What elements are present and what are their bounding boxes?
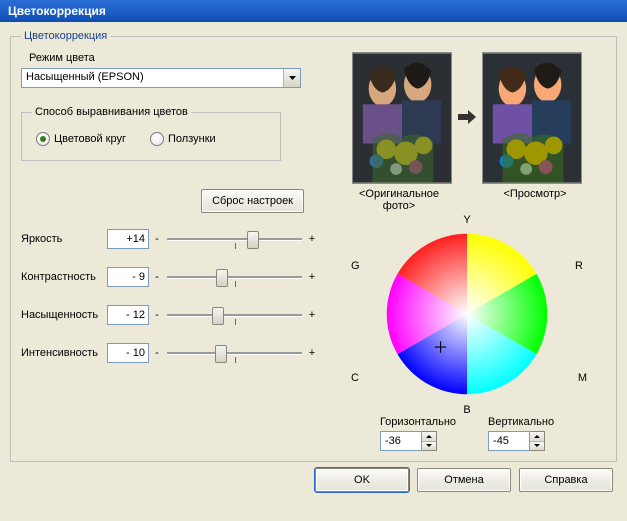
color-correction-group: Цветокоррекция Режим цвета Насыщенный (E… (10, 30, 617, 462)
intensity-row: Интенсивность - 10 - + (21, 343, 316, 363)
wheel-label-r: R (575, 260, 583, 272)
wheel-label-c: C (351, 372, 359, 384)
combo-dropdown-button[interactable] (283, 69, 300, 87)
brightness-value[interactable]: +14 (107, 229, 149, 249)
original-preview-image (352, 52, 452, 184)
spin-buttons (530, 431, 545, 451)
contrast-label: Контрастность (21, 271, 103, 283)
group-legend: Цветокоррекция (21, 30, 110, 42)
color-wheel[interactable] (382, 229, 552, 399)
alignment-method-group: Способ выравнивания цветов Цветовой круг… (21, 106, 281, 161)
vertical-spin[interactable]: -45 (488, 431, 554, 451)
wheel-label-m: M (578, 372, 587, 384)
minus-icon: - (153, 271, 161, 283)
radio-color-wheel-label: Цветовой круг (54, 133, 126, 145)
brightness-row: Яркость +14 - + (21, 229, 316, 249)
original-caption: <Оригинальное фото> (344, 188, 454, 212)
spin-up-button[interactable] (422, 432, 436, 441)
reset-button-label: Сброс настроек (212, 195, 293, 207)
slider-thumb[interactable] (247, 231, 259, 249)
alignment-legend: Способ выравнивания цветов (32, 106, 191, 118)
radio-sliders[interactable]: Ползунки (150, 132, 216, 146)
saturation-value[interactable]: - 12 (107, 305, 149, 325)
saturation-row: Насыщенность - 12 - + (21, 305, 316, 325)
chevron-down-icon (289, 76, 296, 80)
horizontal-block: Горизонтально -36 (380, 416, 456, 451)
spin-down-button[interactable] (422, 441, 436, 451)
reset-row: Сброс настроек (21, 189, 316, 213)
contrast-slider[interactable] (167, 267, 302, 287)
wheel-label-y: Y (463, 214, 470, 226)
radio-icon (36, 132, 50, 146)
vertical-block: Вертикально -45 (488, 416, 554, 451)
horizontal-spin[interactable]: -36 (380, 431, 456, 451)
hv-row: Горизонтально -36 Вертикально (380, 416, 554, 451)
plus-icon: + (308, 233, 316, 245)
alignment-radio-row: Цветовой круг Ползунки (32, 128, 270, 150)
help-button[interactable]: Справка (519, 468, 613, 492)
spin-buttons (422, 431, 437, 451)
vertical-label: Вертикально (488, 416, 554, 428)
color-mode-label: Режим цвета (29, 52, 316, 64)
color-wheel-area: Y G R C M B (337, 214, 597, 414)
brightness-slider[interactable] (167, 229, 302, 249)
horizontal-value[interactable]: -36 (380, 431, 422, 451)
spin-down-button[interactable] (530, 441, 544, 451)
intensity-label: Интенсивность (21, 347, 103, 359)
contrast-row: Контрастность - 9 - + (21, 267, 316, 287)
button-bar: OK Отмена Справка (10, 462, 617, 492)
saturation-label: Насыщенность (21, 309, 103, 321)
horizontal-label: Горизонтально (380, 416, 456, 428)
slider-thumb[interactable] (215, 345, 227, 363)
cancel-button[interactable]: Отмена (417, 468, 511, 492)
radio-color-wheel[interactable]: Цветовой круг (36, 132, 126, 146)
sliders-panel: Яркость +14 - + Контрастность - 9 (21, 229, 316, 363)
plus-icon: + (308, 309, 316, 321)
intensity-slider[interactable] (167, 343, 302, 363)
minus-icon: - (153, 309, 161, 321)
saturation-slider[interactable] (167, 305, 302, 325)
wheel-label-g: G (351, 260, 360, 272)
slider-thumb[interactable] (216, 269, 228, 287)
contrast-value[interactable]: - 9 (107, 267, 149, 287)
radio-sliders-label: Ползунки (168, 133, 216, 145)
plus-icon: + (308, 271, 316, 283)
brightness-label: Яркость (21, 233, 103, 245)
wheel-label-b: B (463, 404, 470, 416)
ok-button[interactable]: OK (315, 468, 409, 492)
arrow-right-icon (458, 110, 476, 127)
content-columns: Режим цвета Насыщенный (EPSON) Способ вы… (21, 48, 606, 451)
previews (352, 52, 582, 184)
right-column: <Оригинальное фото> <Просмотр> Y G R C M… (328, 48, 606, 451)
preview-caption: <Просмотр> (480, 188, 590, 212)
minus-icon: - (153, 233, 161, 245)
minus-icon: - (153, 347, 161, 359)
left-column: Режим цвета Насыщенный (EPSON) Способ вы… (21, 48, 316, 451)
intensity-value[interactable]: - 10 (107, 343, 149, 363)
reset-button[interactable]: Сброс настроек (201, 189, 304, 213)
preview-captions: <Оригинальное фото> <Просмотр> (344, 188, 590, 212)
color-mode-selected: Насыщенный (EPSON) (22, 69, 283, 87)
adjusted-preview-image (482, 52, 582, 184)
plus-icon: + (308, 347, 316, 359)
vertical-value[interactable]: -45 (488, 431, 530, 451)
spin-up-button[interactable] (530, 432, 544, 441)
slider-thumb[interactable] (212, 307, 224, 325)
color-correction-window: Цветокоррекция Цветокоррекция Режим цвет… (0, 0, 627, 521)
radio-icon (150, 132, 164, 146)
color-mode-combo[interactable]: Насыщенный (EPSON) (21, 68, 301, 88)
window-title: Цветокоррекция (8, 4, 106, 18)
client-area: Цветокоррекция Режим цвета Насыщенный (E… (0, 22, 627, 521)
titlebar: Цветокоррекция (0, 0, 627, 22)
